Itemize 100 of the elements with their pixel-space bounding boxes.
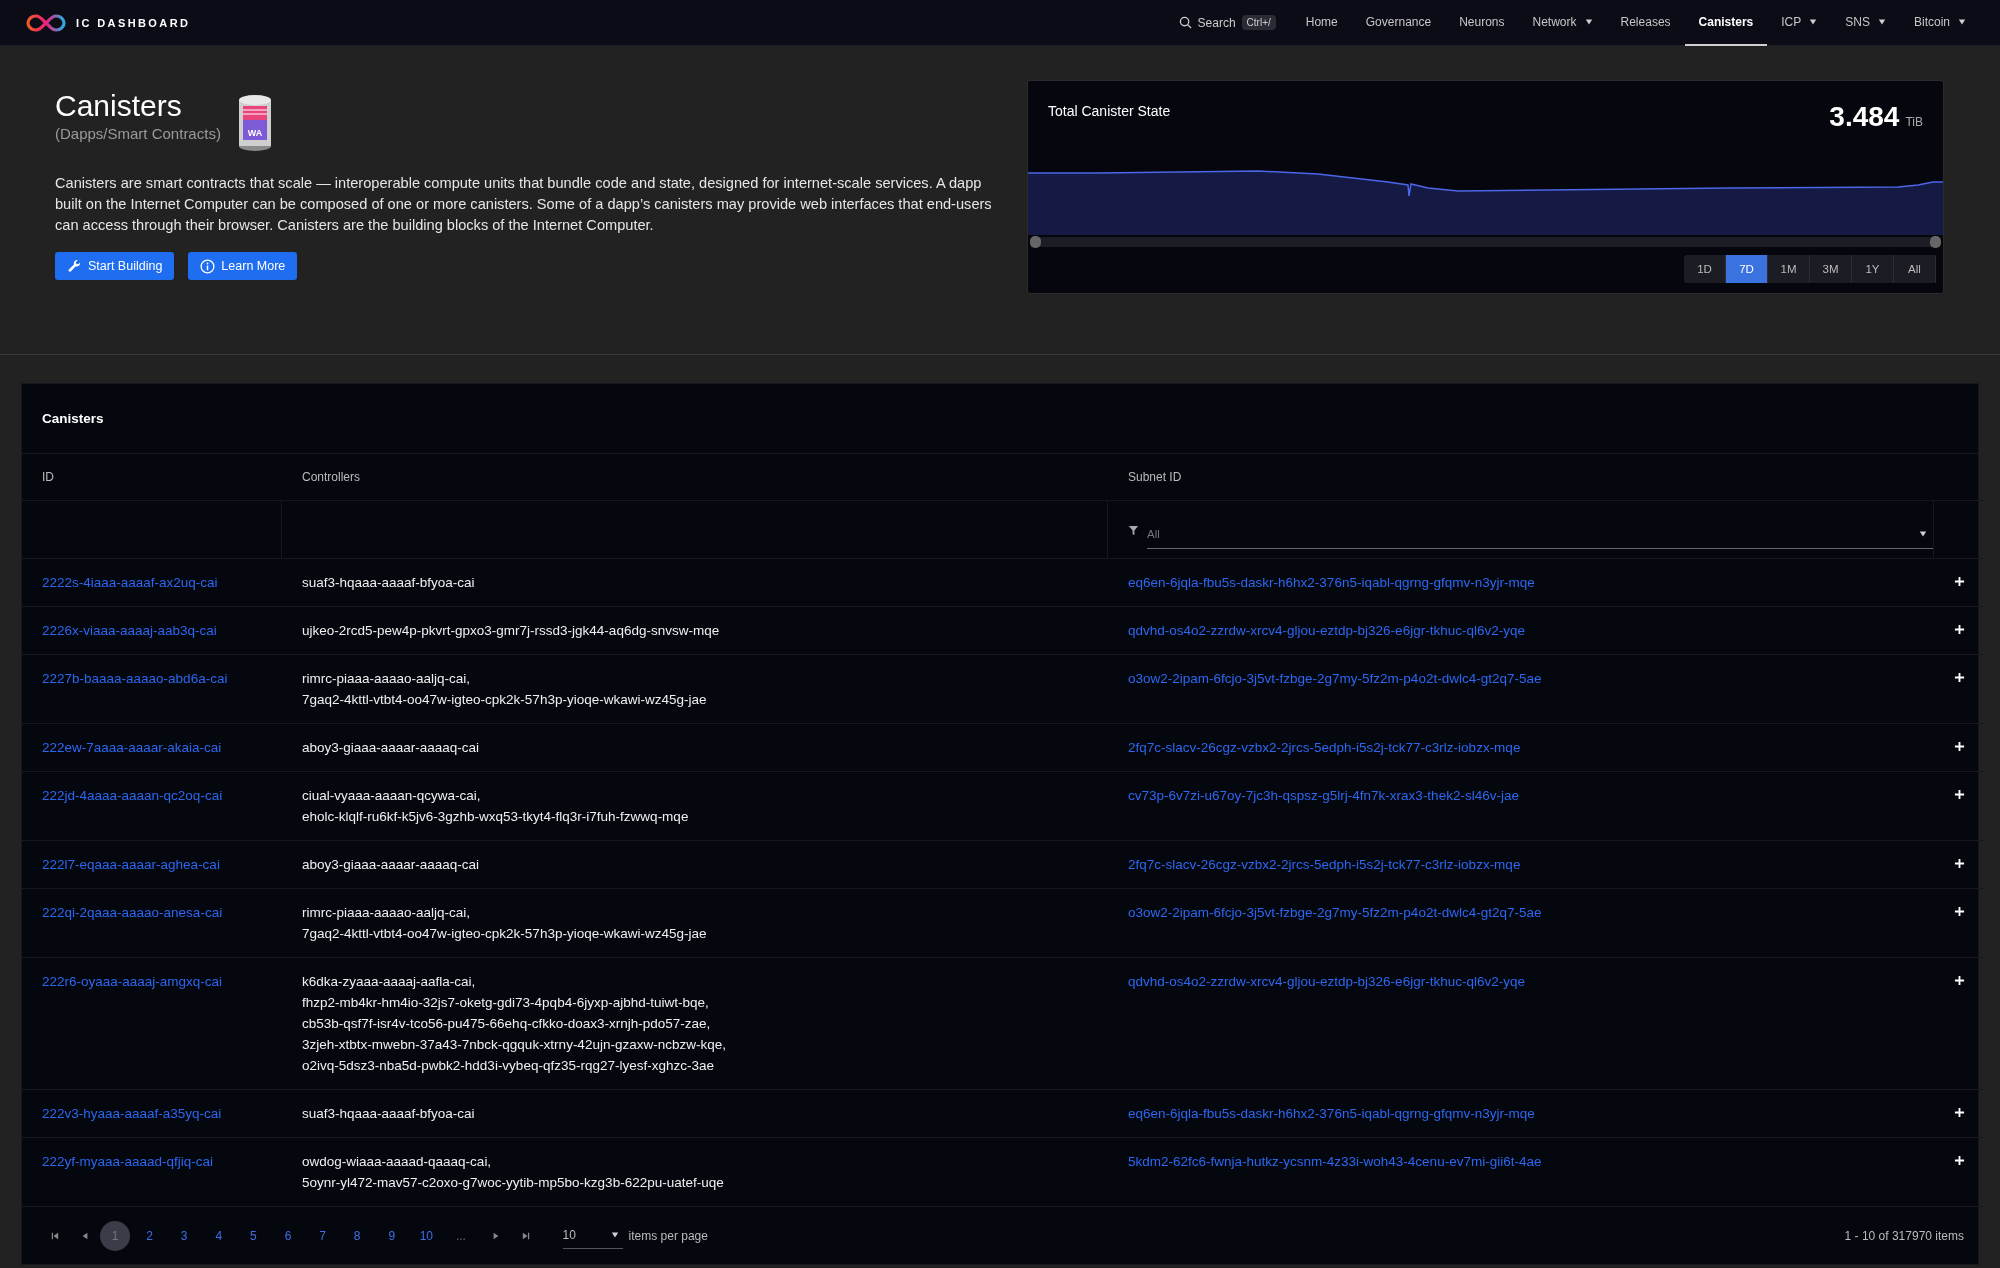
canister-id-link[interactable]: 222jd-4aaaa-aaaan-qc2oq-cai xyxy=(42,788,223,803)
range-tab[interactable]: 7D xyxy=(1726,255,1768,283)
plus-icon[interactable] xyxy=(1954,975,1965,986)
plus-icon[interactable] xyxy=(1954,741,1965,752)
caret-icon xyxy=(1919,529,1927,538)
subnet-id-link[interactable]: 5kdm2-62fc6-fwnja-hutkz-ycsnm-4z33i-woh43-4cenu-ev7mi-gii6t-4ae xyxy=(1128,1154,1542,1169)
page-button[interactable]: 2 xyxy=(134,1220,165,1251)
canister-id-link[interactable]: 222l7-eqaaa-aaaar-aghea-cai xyxy=(42,857,220,872)
canister-id-link[interactable]: 222qi-2qaaa-aaaao-anesa-cai xyxy=(42,905,223,920)
total-value: 3.484 xyxy=(1829,101,1900,133)
page-button[interactable]: 5 xyxy=(238,1220,269,1251)
canister-id-link[interactable]: 222r6-oyaaa-aaaaj-amgxq-cai xyxy=(42,974,223,989)
nav-link[interactable]: ICP xyxy=(1767,0,1832,46)
controller-id: aboy3-giaaa-aaaar-aaaaq-cai xyxy=(302,856,481,874)
plus-icon[interactable] xyxy=(1954,1155,1965,1166)
nav-link[interactable]: Neurons xyxy=(1445,0,1519,46)
nav-link[interactable]: SNS xyxy=(1831,0,1900,46)
controller-id: owdog-wiaaa-aaaad-qaaaq-cai, xyxy=(302,1153,493,1171)
table-title: Canisters xyxy=(42,411,104,426)
shortcut-key: Ctrl+/ xyxy=(1241,15,1276,30)
range-tab[interactable]: 1M xyxy=(1768,255,1810,283)
page-size-dropdown[interactable]: 10 xyxy=(562,1222,623,1249)
plus-icon[interactable] xyxy=(1954,906,1965,917)
subnet-id-link[interactable]: qdvhd-os4o2-zzrdw-xrcv4-gljou-eztdp-bj326-e6jgr-tkhuc-ql6v2-yqe xyxy=(1128,623,1525,638)
column-header: Controllers xyxy=(302,468,361,486)
subnet-id-link[interactable]: 2fq7c-slacv-26cgz-vzbx2-2jrcs-5edph-i5s2j-tck77-c3rlz-iobzx-mqe xyxy=(1128,740,1521,755)
subnet-id-link[interactable]: eq6en-6jqla-fbu5s-daskr-h6hx2-376n5-iqabl-qgrng-gfqmv-n3yjr-mqe xyxy=(1128,575,1535,590)
range-tab[interactable]: 1Y xyxy=(1852,255,1894,283)
search-icon xyxy=(1178,16,1192,29)
page-button[interactable]: ... xyxy=(445,1220,476,1251)
subnet-id-link[interactable]: cv73p-6v7zi-u67oy-7jc3h-qspsz-g5lrj-4fn7k-xrax3-thek2-sl46v-jae xyxy=(1128,788,1519,803)
controller-id: ujkeo-2rcd5-pew4p-pkvrt-gpxo3-gmr7j-rssd3-jgk44-aq6dg-snvsw-mqe xyxy=(302,622,721,640)
plus-icon[interactable] xyxy=(1954,576,1965,587)
previous-page-icon[interactable] xyxy=(81,1231,89,1240)
nav-link[interactable]: Bitcoin xyxy=(1899,0,1980,46)
canister-id-link[interactable]: 222v3-hyaaa-aaaaf-a35yq-cai xyxy=(42,1106,222,1121)
subnet-id-link[interactable]: o3ow2-2ipam-6fcjo-3j5vt-fzbge-2g7my-5fz2m-p4o2t-dwlc4-gt2q7-5ae xyxy=(1128,671,1542,686)
nav-link[interactable]: Network xyxy=(1518,0,1607,46)
info-icon xyxy=(200,258,216,274)
page-button[interactable]: 6 xyxy=(272,1220,303,1251)
range-tab[interactable]: All xyxy=(1894,255,1936,283)
subnet-id-link[interactable]: qdvhd-os4o2-zzrdw-xrcv4-gljou-eztdp-bj326-e6jgr-tkhuc-ql6v2-yqe xyxy=(1128,974,1525,989)
page-subtitle: (Dapps/Smart Contracts) xyxy=(55,125,221,142)
chart-title: Total Canister State xyxy=(1048,103,1171,119)
column-header: ID xyxy=(42,468,54,486)
page-size-label: items per page xyxy=(628,1228,708,1243)
controller-id: ciual-vyaaa-aaaan-qcywa-cai, xyxy=(302,787,482,805)
nav-link[interactable]: Governance xyxy=(1351,0,1446,46)
action-button[interactable]: Start Building xyxy=(55,252,175,280)
plus-icon[interactable] xyxy=(1954,858,1965,869)
nav-link[interactable]: Releases xyxy=(1606,0,1685,46)
unit-label: TiB xyxy=(1905,115,1923,129)
page-button[interactable]: 3 xyxy=(169,1220,200,1251)
nav-link[interactable]: Canisters xyxy=(1684,0,1768,46)
page-button[interactable]: 8 xyxy=(342,1220,373,1251)
infinity-logo-icon[interactable] xyxy=(26,12,66,33)
plus-icon[interactable] xyxy=(1954,624,1965,635)
plus-icon[interactable] xyxy=(1954,672,1965,683)
controller-id: suaf3-hqaaa-aaaaf-bfyoa-cai xyxy=(302,1105,476,1123)
controller-id: k6dka-zyaaa-aaaaj-aafla-cai, xyxy=(302,973,477,991)
controller-id: 5oynr-yl472-mav57-c2oxo-g7woc-yytib-mp5bo-kzg3b-622pu-uatef-uqe xyxy=(302,1174,725,1192)
first-page-icon[interactable] xyxy=(51,1231,59,1240)
caret-icon xyxy=(610,1231,619,1239)
controller-id: suaf3-hqaaa-aaaaf-bfyoa-cai xyxy=(302,574,476,592)
page-button[interactable]: 7 xyxy=(307,1220,338,1251)
canister-id-link[interactable]: 222yf-myaaa-aaaad-qfjiq-cai xyxy=(42,1154,214,1169)
controller-id: 7gaq2-4kttl-vtbt4-oo47w-igteo-cpk2k-57h3p-yioqe-wkawi-wz45g-jae xyxy=(302,691,708,709)
subnet-id-link[interactable]: eq6en-6jqla-fbu5s-daskr-h6hx2-376n5-iqabl-qgrng-gfqmv-n3yjr-mqe xyxy=(1128,1106,1535,1121)
range-tab[interactable]: 3M xyxy=(1810,255,1852,283)
subnet-id-link[interactable]: 2fq7c-slacv-26cgz-vzbx2-2jrcs-5edph-i5s2j-tck77-c3rlz-iobzx-mqe xyxy=(1128,857,1521,872)
action-button[interactable]: Learn More xyxy=(188,252,298,280)
plus-icon[interactable] xyxy=(1954,789,1965,800)
controller-id: 3zjeh-xtbtx-mwebn-37a43-7nbck-qgquk-xtrny-42ujn-gzaxw-ncbzw-kqe, xyxy=(302,1036,727,1054)
controller-id: o2ivq-5dsz3-nba5d-pwbk2-hdd3i-vybeq-qfz35-rqg27-lyesf-xghzc-3ae xyxy=(302,1057,715,1075)
controller-id: 7gaq2-4kttl-vtbt4-oo47w-igteo-cpk2k-57h3p-yioqe-wkawi-wz45g-jae xyxy=(302,925,708,943)
subnet-id-link[interactable]: o3ow2-2ipam-6fcjo-3j5vt-fzbge-2g7my-5fz2m-p4o2t-dwlc4-gt2q7-5ae xyxy=(1128,905,1542,920)
page-button[interactable]: 4 xyxy=(203,1220,234,1251)
last-page-icon[interactable] xyxy=(521,1231,530,1240)
range-slider[interactable] xyxy=(1033,237,1938,247)
controller-id: aboy3-giaaa-aaaar-aaaaq-cai xyxy=(302,739,481,757)
search-button[interactable]: Search Ctrl+/ xyxy=(1178,15,1276,30)
controller-id: cb53b-qsf7f-isr4v-tco56-pu475-66ehq-cfkko-doax3-xrnjh-pdo57-zae, xyxy=(302,1015,712,1033)
controller-id: rimrc-piaaa-aaaao-aaljq-cai, xyxy=(302,670,472,688)
page-button[interactable]: 9 xyxy=(376,1220,407,1251)
page-button[interactable]: 10 xyxy=(411,1220,442,1251)
filter-icon xyxy=(1128,524,1139,536)
subnet-filter-dropdown[interactable]: All xyxy=(1147,519,1933,549)
page-button[interactable]: 1 xyxy=(100,1220,130,1251)
column-header: Subnet ID xyxy=(1128,468,1182,486)
controller-id: eholc-klqlf-ru6kf-k5jv6-3gzhb-wxq53-tkyt4-flq3r-i7fuh-fzwwq-mqe xyxy=(302,808,690,826)
controller-id: rimrc-piaaa-aaaao-aaljq-cai, xyxy=(302,904,472,922)
canister-id-link[interactable]: 222ew-7aaaa-aaaar-akaia-cai xyxy=(42,740,222,755)
canister-id-link[interactable]: 2226x-viaaa-aaaaj-aab3q-cai xyxy=(42,623,217,638)
site-title[interactable]: IC DASHBOARD xyxy=(76,16,191,29)
controller-id: fhzp2-mb4kr-hm4io-32js7-oketg-gdi73-4pqb4-6jyxp-ajbhd-tuiwt-bqe, xyxy=(302,994,710,1012)
next-page-icon[interactable] xyxy=(491,1231,500,1240)
nav-link[interactable]: Home xyxy=(1291,0,1352,46)
plus-icon[interactable] xyxy=(1954,1107,1965,1118)
canister-id-link[interactable]: 2222s-4iaaa-aaaaf-ax2uq-cai xyxy=(42,575,218,590)
canister-id-link[interactable]: 2227b-baaaa-aaaao-abd6a-cai xyxy=(42,671,228,686)
